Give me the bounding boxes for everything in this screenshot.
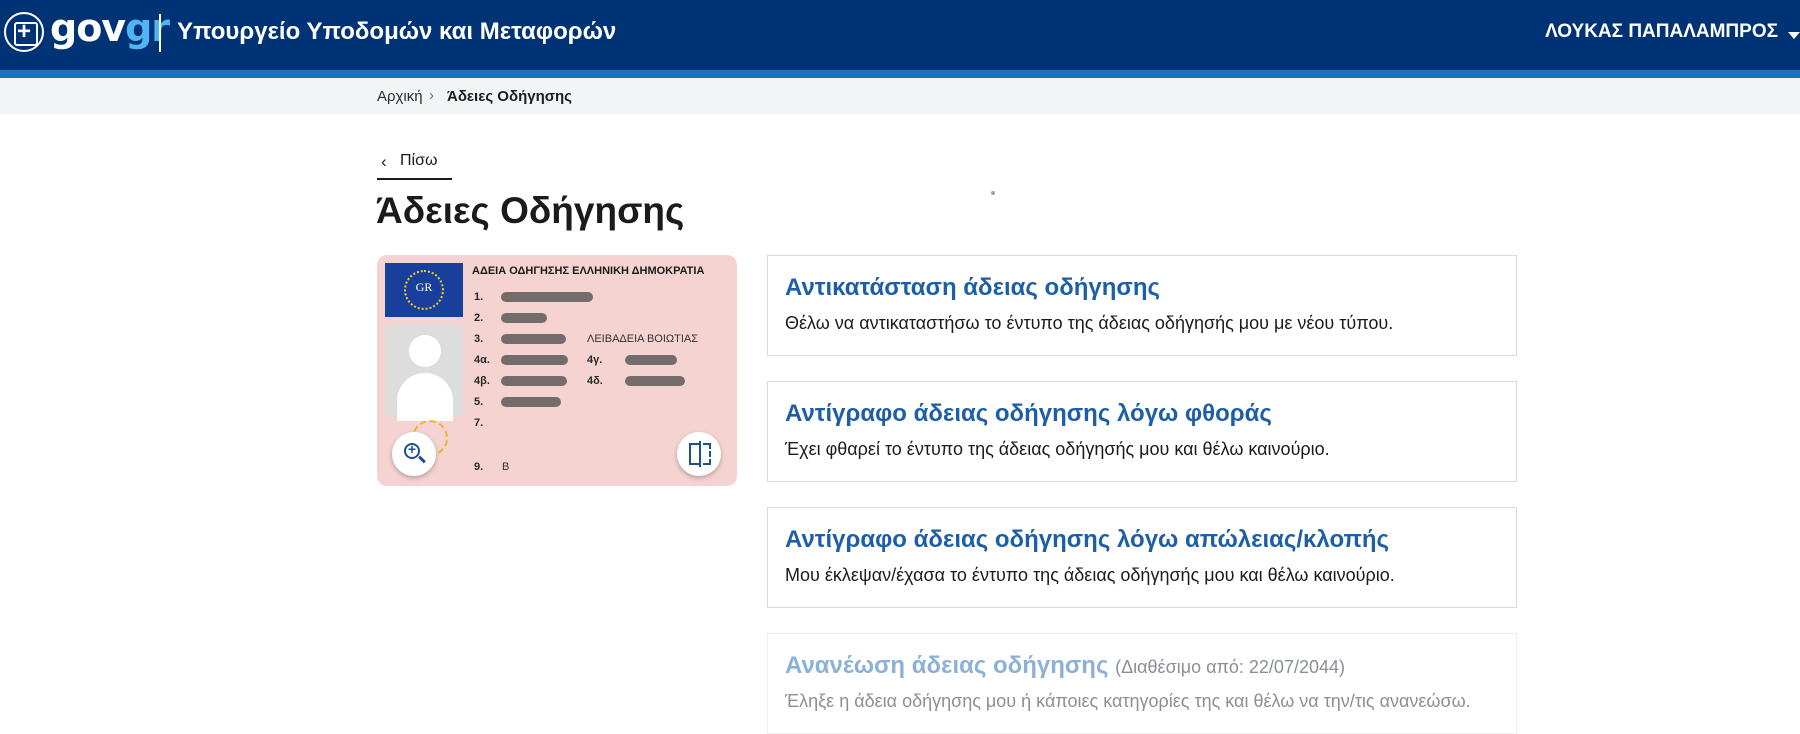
flip-divider <box>699 441 701 467</box>
field-1-label: 1. <box>474 291 484 303</box>
chevron-left-icon: ‹ <box>381 152 387 171</box>
logo-divider <box>159 14 161 52</box>
redacted-afm <box>625 376 685 386</box>
redacted-expiry-date <box>501 376 567 386</box>
back-link[interactable]: ‹ Πίσω <box>377 150 452 180</box>
field-4d-label: 4δ. <box>587 375 603 387</box>
field-5-label: 5. <box>474 396 484 408</box>
zoom-handle <box>418 455 426 464</box>
field-7-label: 7. <box>474 417 484 429</box>
service-card-renewal: Ανανέωση άδειας οδήγησης (Διαθέσιμο από:… <box>767 633 1517 734</box>
redacted-surname <box>501 292 593 302</box>
redacted-issue-date <box>501 355 568 365</box>
service-title: Ανανέωση άδειας οδήγησης (Διαθέσιμο από:… <box>785 652 1345 680</box>
field-4b-label: 4β. <box>474 375 490 387</box>
license-photo-placeholder <box>385 325 463 421</box>
service-title[interactable]: Αντίγραφο άδειας οδήγησης λόγω φθοράς <box>785 400 1272 428</box>
flip-card-back <box>703 443 711 465</box>
service-description: Μου έκλεψαν/έχασα το έντυπο της άδειας ο… <box>785 565 1395 585</box>
ministry-name: Υπουργείο Υποδομών και Μεταφορών <box>177 18 617 45</box>
back-label: Πίσω <box>400 152 438 169</box>
loading-dot <box>991 191 995 195</box>
redacted-authority <box>625 355 677 365</box>
driving-license-card: GR ΑΔΕΙΑ ΟΔΗΓΗΣΗΣ ΕΛΛΗΝΙΚΗ ΔΗΜΟΚΡΑΤΙΑ 1.… <box>377 255 737 486</box>
user-menu[interactable]: ΛΟΥΚΑΣ ΠΑΠΑΛΑΜΠΡΟΣ <box>1545 21 1778 43</box>
service-title[interactable]: Αντίγραφο άδειας οδήγησης λόγω απώλειας/… <box>785 526 1389 554</box>
field-3-label: 3. <box>474 333 484 345</box>
govgr-logo[interactable]: govgr <box>50 6 170 50</box>
redacted-license-number <box>501 397 561 407</box>
header-accent-stripe <box>0 70 1800 78</box>
avatar-body <box>397 373 453 421</box>
redacted-first-name <box>501 313 547 323</box>
field-9-label: 9. <box>474 461 484 473</box>
hellenic-emblem-icon <box>4 12 44 52</box>
field-2-label: 2. <box>474 312 484 324</box>
field-4a-label: 4α. <box>474 354 490 366</box>
service-card-loss-theft-copy[interactable]: Αντίγραφο άδειας οδήγησης λόγω απώλειας/… <box>767 507 1517 608</box>
field-4g-label: 4γ. <box>587 354 603 366</box>
service-description: Θέλω να αντικαταστήσω το έντυπο της άδει… <box>785 313 1394 333</box>
birth-place: ΛΕΙΒΑΔΕΙΑ ΒΟΙΩΤΙΑΣ <box>587 333 699 345</box>
flip-card-button[interactable] <box>677 432 721 476</box>
zoom-in-button[interactable] <box>392 432 436 476</box>
caret-down-icon[interactable] <box>1788 32 1800 39</box>
service-description: Έχει φθαρεί το έντυπο της άδειας οδήγησή… <box>785 439 1330 459</box>
eu-flag-icon: GR <box>385 263 463 317</box>
license-card-header: ΑΔΕΙΑ ΟΔΗΓΗΣΗΣ ΕΛΛΗΝΙΚΗ ΔΗΜΟΚΡΑΤΙΑ <box>472 265 705 277</box>
service-title[interactable]: Αντικατάσταση άδειας οδήγησης <box>785 274 1160 302</box>
breadcrumb-separator: › <box>429 87 434 104</box>
flip-card-icon <box>689 443 699 465</box>
country-code: GR <box>415 280 433 294</box>
page-title: Άδειες Οδήγησης <box>376 190 685 231</box>
breadcrumb: Αρχική › Άδειες Οδήγησης <box>0 78 1800 114</box>
breadcrumb-current: Άδειες Οδήγησης <box>447 88 572 105</box>
top-header: govgr Υπουργείο Υποδομών και Μεταφορών Λ… <box>0 0 1800 70</box>
service-card-damage-copy[interactable]: Αντίγραφο άδειας οδήγησης λόγω φθοράς Έχ… <box>767 381 1517 482</box>
redacted-birth-date <box>501 334 566 344</box>
service-description: Έληξε η άδεια οδήγησης μου ή κάποιες κατ… <box>785 691 1471 711</box>
service-title-text: Ανανέωση άδειας οδήγησης <box>785 652 1109 679</box>
availability-note: (Διαθέσιμο από: 22/07/2044) <box>1115 657 1345 677</box>
license-category: B <box>502 461 510 473</box>
breadcrumb-home-link[interactable]: Αρχική <box>377 88 423 105</box>
service-card-replacement[interactable]: Αντικατάσταση άδειας οδήγησης Θέλω να αν… <box>767 255 1517 356</box>
avatar-head <box>409 335 441 367</box>
